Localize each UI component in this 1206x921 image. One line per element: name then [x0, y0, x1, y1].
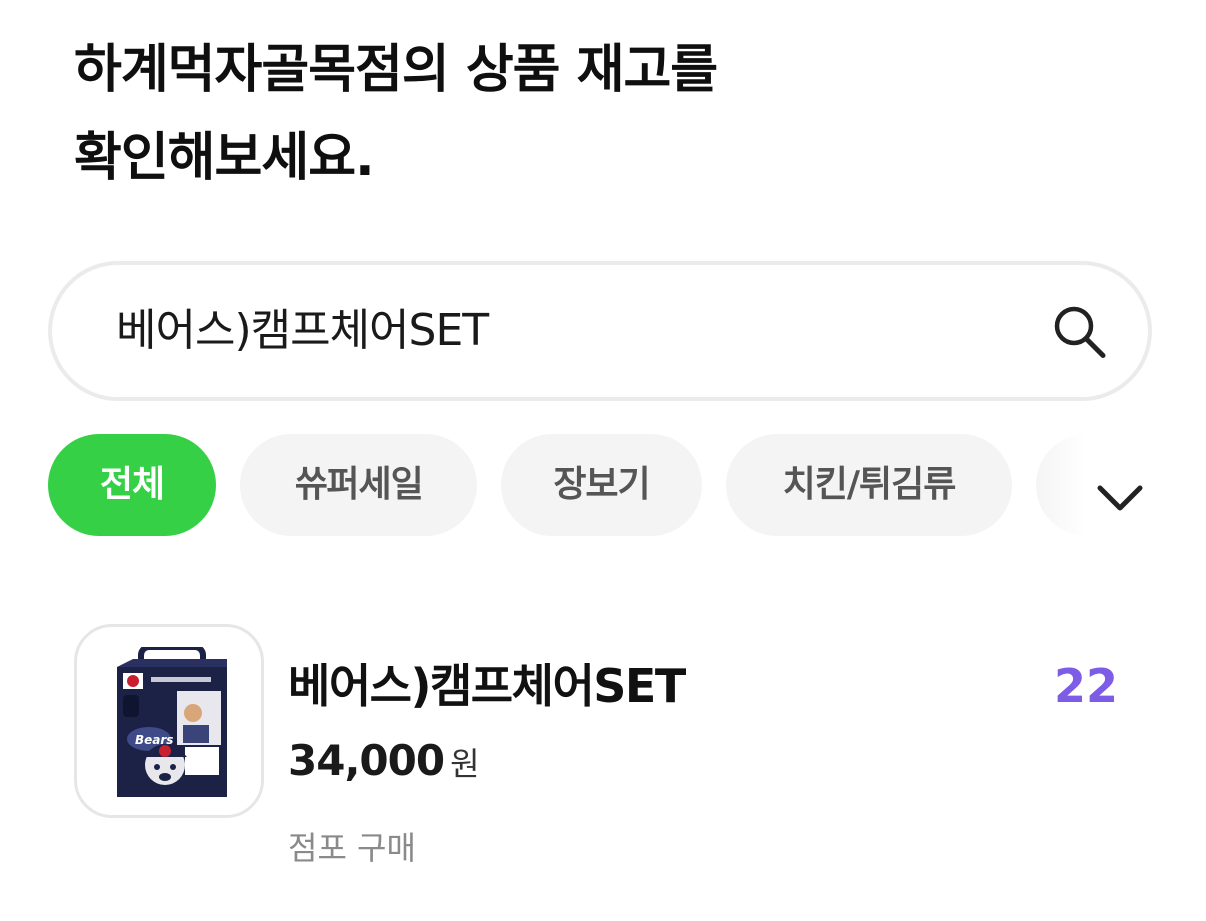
- product-box-image: Bears: [117, 647, 227, 797]
- chip-groceries[interactable]: 장보기: [501, 434, 702, 536]
- stock-count: 22: [1053, 659, 1118, 713]
- product-price-row: 34,000 원: [288, 736, 480, 792]
- page-title-line-1: 하계먹자골목점의 상품 재고를: [74, 40, 718, 100]
- search-bar[interactable]: 베어스)캠프체어SET: [48, 261, 1152, 401]
- chip-all[interactable]: 전체: [48, 434, 216, 536]
- stock-check-page: 하계먹자골목점의 상품 재고를 확인해보세요. 베어스)캠프체어SET 전체 쓔…: [0, 0, 1206, 921]
- product-name[interactable]: 베어스)캠프체어SET: [288, 656, 686, 716]
- search-input[interactable]: 베어스)캠프체어SET: [116, 301, 489, 361]
- page-title: 하계먹자골목점의 상품 재고를 확인해보세요.: [74, 26, 718, 202]
- search-button[interactable]: [1048, 299, 1112, 363]
- price-currency: 원: [450, 745, 480, 783]
- product-price: 34,000: [288, 736, 445, 785]
- chip-chicken-fried[interactable]: 치킨/튀김류: [726, 434, 1012, 536]
- category-chip-bar: 전체 쓔퍼세일 장보기 치킨/튀김류: [48, 434, 1206, 536]
- expand-categories-button[interactable]: [1092, 478, 1148, 518]
- chevron-down-icon: [1097, 485, 1143, 511]
- search-icon: [1054, 306, 1106, 358]
- page-title-line-2: 확인해보세요.: [74, 128, 375, 188]
- chip-super-sale[interactable]: 쓔퍼세일: [240, 434, 477, 536]
- purchase-type-label: 점포 구매: [288, 829, 416, 867]
- product-image[interactable]: Bears: [74, 624, 264, 818]
